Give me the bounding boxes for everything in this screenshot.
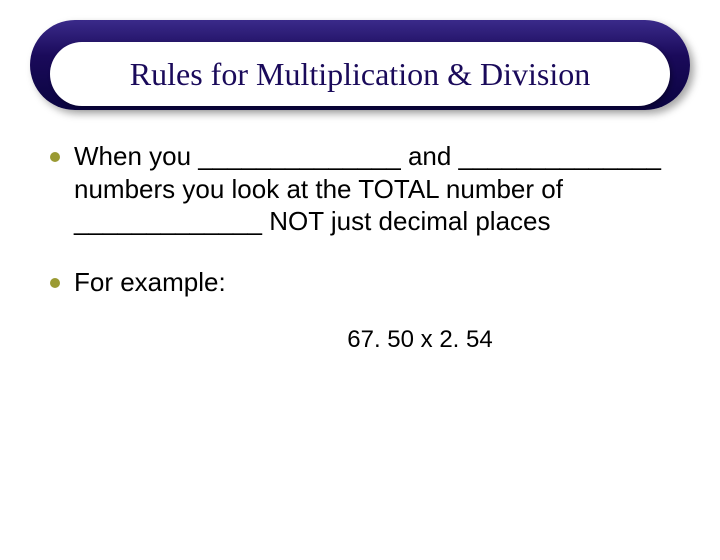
bullet-text: For example:: [74, 266, 226, 299]
bullet-icon: [50, 278, 60, 288]
title-inner-panel: Rules for Multiplication & Division: [50, 42, 670, 106]
example-calculation: 67. 50 x 2. 54: [170, 326, 670, 354]
bullet-icon: [50, 152, 60, 162]
list-item: For example:: [50, 266, 670, 299]
page-title: Rules for Multiplication & Division: [130, 56, 590, 93]
list-item: When you ______________ and ____________…: [50, 140, 670, 238]
title-container: Rules for Multiplication & Division: [30, 20, 690, 110]
bullet-text: When you ______________ and ____________…: [74, 140, 670, 238]
content-area: When you ______________ and ____________…: [50, 140, 670, 354]
